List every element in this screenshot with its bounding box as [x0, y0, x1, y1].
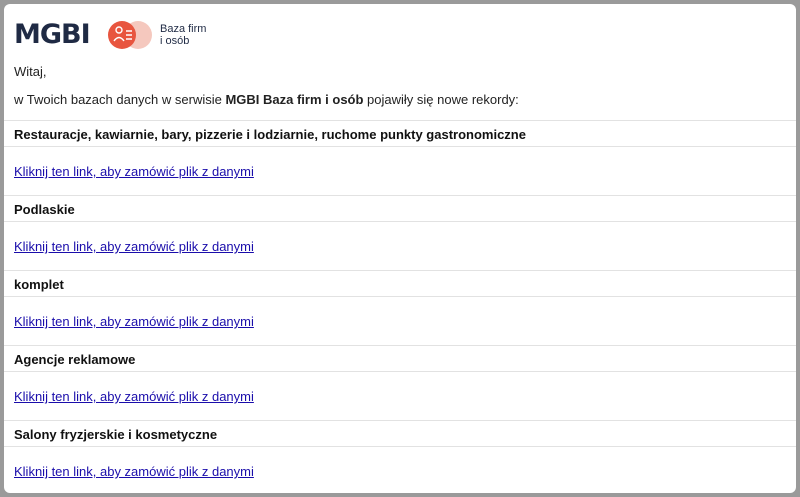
record-section: Agencje reklamowe Kliknij ten link, aby …	[4, 345, 796, 420]
intro-before: w Twoich bazach danych w serwisie	[14, 92, 226, 107]
database-person-icon	[108, 21, 152, 49]
section-title-row: komplet	[4, 270, 796, 297]
order-file-link[interactable]: Kliknij ten link, aby zamówić plik z dan…	[14, 314, 254, 329]
section-title: komplet	[14, 277, 64, 292]
section-title-row: Salony fryzjerskie i kosmetyczne	[4, 420, 796, 447]
greeting-text: Witaj,	[14, 64, 47, 79]
email-header: MGBI Baza firm i osób	[4, 4, 796, 56]
section-title-row: Podlaskie	[4, 195, 796, 222]
section-title: Agencje reklamowe	[14, 352, 136, 367]
records-sections: Restauracje, kawiarnie, bary, pizzerie i…	[4, 120, 796, 493]
logo-subtitle: Baza firm i osób	[160, 23, 206, 47]
logo-subtitle-line1: Baza firm	[160, 23, 207, 35]
record-section: komplet Kliknij ten link, aby zamówić pl…	[4, 270, 796, 345]
section-title: Restauracje, kawiarnie, bary, pizzerie i…	[14, 127, 526, 142]
record-section: Podlaskie Kliknij ten link, aby zamówić …	[4, 195, 796, 270]
record-section: Salony fryzjerskie i kosmetyczne Kliknij…	[4, 420, 796, 493]
intro-brand: MGBI Baza firm i osób	[225, 92, 364, 107]
intro-text: w Twoich bazach danych w serwisie MGBI B…	[14, 92, 519, 108]
email-body: MGBI Baza firm i osób Witaj, w Twoich ba…	[4, 4, 796, 493]
order-file-link[interactable]: Kliknij ten link, aby zamówić plik z dan…	[14, 239, 254, 254]
section-title: Salony fryzjerskie i kosmetyczne	[14, 427, 218, 442]
intro-after: pojawiły się nowe rekordy:	[363, 92, 519, 107]
logo-subtitle-line2: i osób	[160, 35, 190, 47]
order-file-link[interactable]: Kliknij ten link, aby zamówić plik z dan…	[14, 464, 254, 479]
section-title: Podlaskie	[14, 202, 75, 217]
order-file-link[interactable]: Kliknij ten link, aby zamówić plik z dan…	[14, 164, 254, 179]
section-title-row: Restauracje, kawiarnie, bary, pizzerie i…	[4, 120, 796, 147]
section-title-row: Agencje reklamowe	[4, 345, 796, 372]
order-file-link[interactable]: Kliknij ten link, aby zamówić plik z dan…	[14, 389, 254, 404]
record-section: Restauracje, kawiarnie, bary, pizzerie i…	[4, 120, 796, 195]
mgbi-logo: MGBI	[14, 19, 91, 50]
